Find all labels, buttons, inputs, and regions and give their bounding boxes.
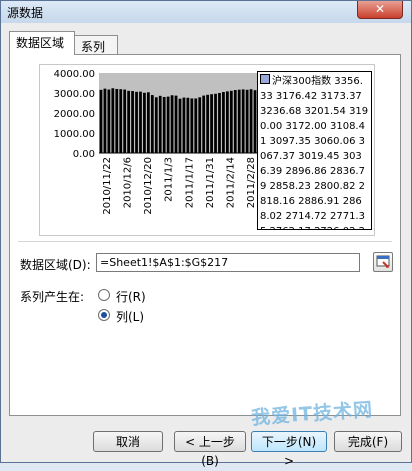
next-button[interactable]: 下一步(N) >: [251, 431, 327, 468]
x-tick-label: 2010/12/6: [123, 157, 134, 208]
series-in-columns-label: 列(L): [116, 310, 145, 324]
x-tick-label: 2011/1/3: [164, 157, 175, 202]
chart-bar: [115, 88, 119, 153]
y-tick-label: 0.00: [73, 149, 95, 160]
chart-bar: [194, 98, 198, 153]
chart-bar: [123, 89, 127, 153]
chart-bar: [166, 96, 170, 153]
chart-bar: [218, 93, 221, 153]
chart-bar: [162, 96, 166, 153]
chart-bar: [119, 89, 123, 153]
chart-bar: [237, 89, 241, 153]
title-bar: 源数据 ✕: [1, 1, 411, 23]
plot-area: [99, 73, 257, 153]
chart-bar: [139, 91, 142, 153]
series-in-columns-radio[interactable]: 列(L): [98, 308, 218, 324]
chart-bar: [206, 94, 210, 153]
legend-swatch-icon: [260, 74, 270, 84]
data-range-label: 数据区域(D):: [20, 258, 91, 272]
chart-bar: [135, 91, 138, 153]
chart-bar: [229, 90, 233, 153]
cancel-button[interactable]: 取消: [93, 431, 163, 452]
chart-bar: [131, 91, 134, 153]
chart-bar: [146, 92, 150, 153]
series-in-rows-radio[interactable]: 行(R): [98, 288, 218, 304]
chart-bar: [150, 95, 154, 153]
x-tick-label: 2011/1/17: [184, 157, 195, 208]
data-range-input[interactable]: [96, 253, 360, 272]
x-tick-label: 2011/1/31: [205, 157, 216, 208]
tab-series-label: 系列: [81, 40, 106, 54]
close-button[interactable]: ✕: [357, 1, 403, 19]
chart-bar: [107, 89, 111, 153]
chart-bar: [178, 98, 182, 153]
chart-bar: [154, 97, 158, 153]
chart-bar: [99, 89, 103, 153]
tab-data-range[interactable]: 数据区域: [9, 31, 75, 55]
chart-bar: [143, 92, 146, 153]
collapse-dialog-button[interactable]: [373, 252, 393, 272]
x-tick-label: 2011/2/14: [225, 157, 236, 208]
separator: [18, 241, 392, 242]
close-icon: ✕: [374, 2, 386, 16]
chart-bar: [225, 91, 229, 153]
back-button[interactable]: < 上一步(B): [174, 431, 246, 468]
chart-bar: [249, 89, 253, 153]
chart-bar: [127, 90, 131, 153]
chart-preview: 4000.00 3000.00 2000.00 1000.00 0.00 2010/11/…: [39, 64, 375, 236]
chart-bar: [103, 88, 107, 153]
series-in-label: 系列产生在:: [20, 290, 85, 304]
tab-data-range-label: 数据区域: [16, 36, 65, 50]
y-tick-label: 3000.00: [54, 89, 95, 100]
chart-bar: [174, 95, 178, 153]
collapse-dialog-icon: [376, 255, 390, 268]
series-in-rows-label: 行(R): [116, 290, 146, 304]
chart-bar: [222, 92, 225, 153]
chart-bar: [214, 93, 217, 153]
chart-legend: 沪深300指数 3356. 33 3176.42 3173.37 3236.68…: [257, 71, 372, 230]
chart-bar: [245, 89, 249, 153]
source-data-dialog: 源数据 ✕ 数据区域 系列 4000.00 3000.00 2000.00 1000.…: [0, 0, 412, 468]
chart-bar: [210, 94, 213, 153]
radio-unchecked-icon: [98, 289, 110, 301]
x-tick-label: 2010/11/22: [102, 157, 113, 215]
chart-bar: [202, 95, 206, 153]
x-tick-label: 2010/12/20: [143, 157, 154, 215]
chart-bar: [190, 98, 194, 153]
x-tick-label: 2011/2/28: [246, 157, 257, 208]
chart-bar: [253, 90, 257, 153]
chart-bar: [233, 90, 237, 153]
radio-checked-icon: [98, 309, 110, 321]
legend-values: 3356. 33 3176.42 3173.37 3236.68 3201.54…: [260, 76, 369, 229]
tab-panel: 4000.00 3000.00 2000.00 1000.00 0.00 2010/11/…: [9, 54, 401, 416]
chart-bar: [241, 89, 245, 153]
y-tick-label: 1000.00: [54, 129, 95, 140]
chart-bar: [111, 88, 115, 153]
chart-bar: [170, 95, 174, 153]
legend-series-name: 沪深300指数: [272, 76, 332, 87]
finish-button[interactable]: 完成(F): [334, 431, 402, 452]
y-tick-label: 2000.00: [54, 109, 95, 120]
y-tick-label: 4000.00: [54, 69, 95, 80]
chart-bar: [158, 95, 162, 153]
chart-bar: [198, 97, 202, 153]
chart-bar: [182, 97, 186, 153]
chart-bar: [186, 97, 190, 153]
tab-series[interactable]: 系列: [74, 35, 118, 55]
dialog-title: 源数据: [7, 6, 44, 20]
